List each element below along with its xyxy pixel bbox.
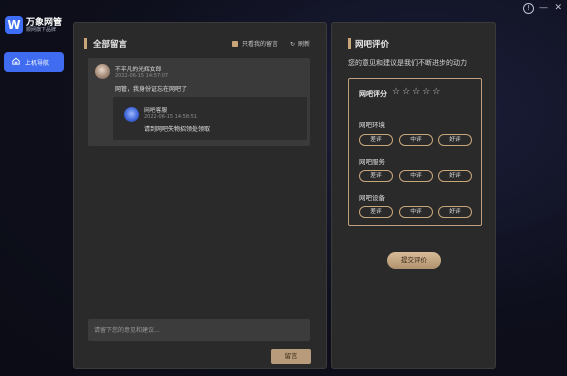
overall-rating-label: 网吧评分	[359, 90, 387, 98]
sidebar-item-navigation[interactable]: 上机导航	[4, 52, 64, 72]
service-medium-button[interactable]: 中评	[399, 170, 433, 182]
message-time: 2022-06-15 14:57:07	[115, 73, 169, 79]
submit-review-button[interactable]: 提交评价	[387, 252, 441, 269]
avatar	[95, 64, 110, 79]
refresh-label: 刷新	[298, 41, 311, 48]
category-label-environment: 网吧环境	[359, 121, 385, 129]
equipment-bad-button[interactable]: 差评	[359, 206, 393, 218]
review-panel: 网吧评价 您的意见和建议是我们不断进步的动力 网吧评分 ☆☆☆☆☆ 网吧环境 差…	[331, 22, 496, 369]
avatar	[124, 107, 139, 122]
checkbox-icon	[232, 41, 238, 47]
refresh-icon: ↻	[290, 41, 296, 48]
environment-good-button[interactable]: 好评	[438, 134, 472, 146]
title-accent-bar	[348, 38, 351, 49]
environment-medium-button[interactable]: 中评	[399, 134, 433, 146]
reply-text: 请到网吧失物招领处领取	[144, 126, 211, 133]
message-author: 不平凡的光辉女郎	[115, 67, 162, 73]
message-text: 网管，我身份证忘在网吧了	[115, 86, 188, 93]
post-comment-button[interactable]: 留言	[271, 349, 311, 364]
reply-item: 网吧客服 2022-06-15 14:58:51 请到网吧失物招领处领取	[113, 97, 307, 140]
review-subtitle: 您的意见和建议是我们不断进步的动力	[348, 59, 467, 67]
equipment-medium-button[interactable]: 中评	[399, 206, 433, 218]
close-button[interactable]: ✕	[554, 3, 562, 13]
equipment-good-button[interactable]: 好评	[438, 206, 472, 218]
reply-author: 网吧客服	[144, 108, 168, 114]
app-tagline: 顺网旗下品牌	[26, 27, 57, 33]
filter-label: 只看我的留言	[242, 41, 279, 48]
sidebar-item-label: 上机导航	[25, 60, 50, 67]
title-accent-bar	[84, 38, 87, 49]
info-icon[interactable]: !	[523, 3, 534, 14]
category-label-equipment: 网吧设备	[359, 194, 385, 202]
home-icon	[12, 57, 20, 65]
refresh-button[interactable]: ↻ 刷新	[290, 39, 310, 48]
environment-bad-button[interactable]: 差评	[359, 134, 393, 146]
rating-box: 网吧评分 ☆☆☆☆☆ 网吧环境 差评 中评 好评 网吧服务 差评 中评 好评 网…	[348, 78, 482, 226]
category-label-service: 网吧服务	[359, 158, 385, 166]
minimize-button[interactable]: —	[539, 3, 548, 13]
message-item: 不平凡的光辉女郎 2022-06-15 14:57:07 网管，我身份证忘在网吧…	[88, 58, 310, 146]
app-logo-icon: W	[5, 16, 23, 34]
star-rating[interactable]: ☆☆☆☆☆	[392, 87, 442, 97]
messages-panel: 全部留言 只看我的留言 ↻ 刷新 不平凡的光辉女郎 2022-06-15 14:5…	[73, 22, 327, 369]
messages-title: 全部留言	[93, 40, 128, 50]
review-title: 网吧评价	[355, 40, 390, 50]
service-good-button[interactable]: 好评	[438, 170, 472, 182]
my-messages-filter[interactable]: 只看我的留言	[232, 39, 278, 48]
comment-input[interactable]	[88, 319, 310, 341]
service-bad-button[interactable]: 差评	[359, 170, 393, 182]
reply-time: 2022-06-15 14:58:51	[144, 114, 198, 120]
